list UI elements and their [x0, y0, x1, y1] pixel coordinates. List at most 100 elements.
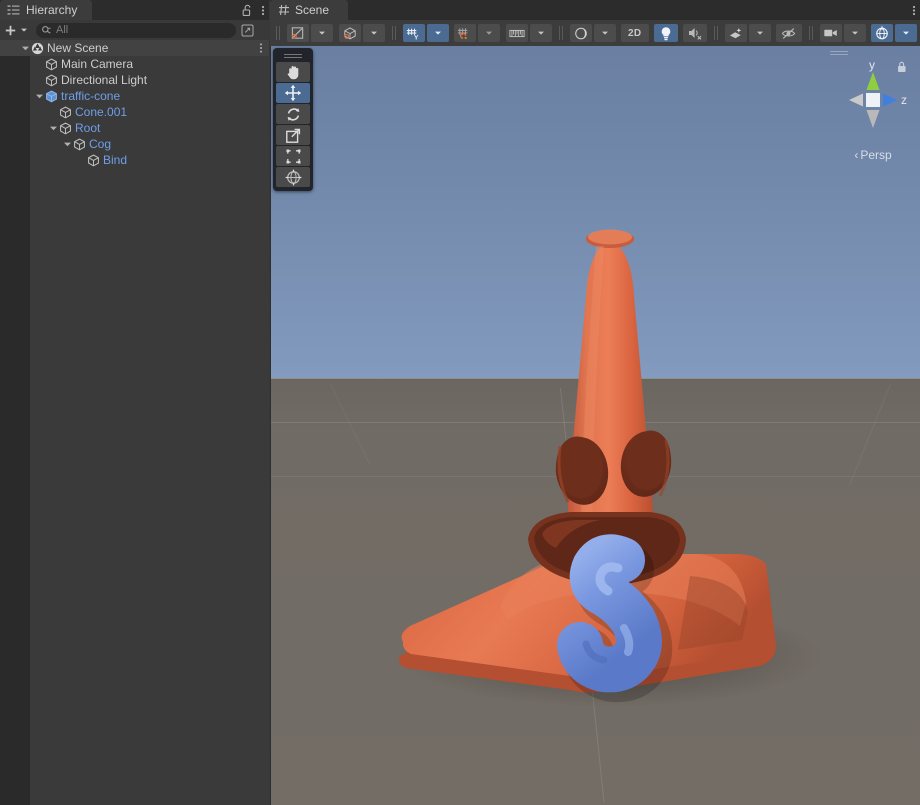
gizmos-dropdown[interactable]: [894, 24, 917, 42]
lock-open-icon[interactable]: [242, 4, 253, 17]
hierarchy-item-new-scene[interactable]: New Scene: [0, 40, 269, 56]
hand-tool[interactable]: [276, 62, 310, 82]
hierarchy-panel: Hierarchy All New Scene Main Camera Dire…: [0, 0, 269, 805]
scene-toolbar: Y 2D: [270, 20, 920, 46]
snap-increment-dropdown[interactable]: [478, 24, 501, 42]
effects-button[interactable]: [724, 24, 747, 42]
scene-grid-icon: [278, 4, 290, 16]
toolbar-divider-2: [391, 26, 396, 40]
prefab-cube-icon: [45, 90, 58, 103]
scale-tool[interactable]: [276, 125, 310, 145]
pivot-mode-button[interactable]: [287, 24, 309, 42]
toolbar-divider: [276, 26, 280, 40]
gizmo-axis-neg-x: [849, 93, 863, 107]
rect-tool[interactable]: [276, 146, 310, 166]
traffic-cone-model[interactable]: [270, 46, 920, 805]
gameobject-cube-icon: [45, 58, 58, 71]
hidden-objects-button[interactable]: [775, 24, 802, 42]
hierarchy-item-directional-light[interactable]: Directional Light: [0, 72, 269, 88]
scene-tabbar: Scene: [270, 0, 920, 20]
tab-scene[interactable]: Scene: [270, 0, 348, 20]
gizmo-axis-z: [883, 93, 897, 107]
gizmo-axis-y: [866, 72, 880, 90]
search-input[interactable]: All: [36, 22, 236, 38]
gizmo-projection-label[interactable]: ‹ Persp: [830, 148, 916, 162]
unity-editor-window: Hierarchy All New Scene Main Camera Dire…: [0, 0, 920, 805]
unity-scene-icon: [31, 42, 44, 55]
lock-icon: [898, 61, 906, 72]
hierarchy-tabbar-actions: [242, 0, 265, 20]
gameobject-cube-icon: [59, 106, 72, 119]
2d-toggle-label: 2D: [628, 27, 642, 39]
hierarchy-item-label: Cone.001: [75, 105, 128, 119]
hierarchy-item-label: New Scene: [47, 41, 109, 55]
hierarchy-item-cog[interactable]: Cog: [0, 136, 269, 152]
rotate-tool[interactable]: [276, 104, 310, 124]
tab-scene-label: Scene: [295, 3, 330, 17]
draw-mode-dropdown[interactable]: [593, 24, 616, 42]
pivot-mode-dropdown[interactable]: [311, 24, 333, 42]
hierarchy-tree: New Scene Main Camera Directional Light tra…: [0, 40, 269, 805]
effects-dropdown[interactable]: [748, 24, 771, 42]
transform-tool[interactable]: [276, 167, 310, 187]
hierarchy-rows: New Scene Main Camera Directional Light tra…: [0, 40, 269, 168]
expand-search-icon[interactable]: [241, 24, 254, 37]
gizmo-axis-z-label: z: [901, 93, 907, 107]
hierarchy-item-label: Bind: [103, 153, 128, 167]
lighting-toggle-button[interactable]: [653, 24, 678, 42]
hierarchy-item-label: Cog: [89, 137, 112, 151]
toolbar-divider-4: [713, 26, 718, 40]
scene-viewport[interactable]: z y ‹ Persp: [270, 46, 920, 805]
palette-drag-handle[interactable]: [273, 48, 313, 61]
scene-camera-dropdown[interactable]: [843, 24, 866, 42]
expand-triangle-icon[interactable]: [62, 136, 73, 152]
hierarchy-tabbar: Hierarchy: [0, 0, 269, 20]
plus-icon: [4, 24, 17, 37]
tab-hierarchy-label: Hierarchy: [26, 3, 78, 17]
hierarchy-item-root[interactable]: Root: [0, 120, 269, 136]
snap-increment-button[interactable]: [454, 24, 477, 42]
hierarchy-item-cone-001[interactable]: Cone.001: [0, 104, 269, 120]
kebab-menu-icon[interactable]: [259, 40, 263, 56]
search-icon: [41, 25, 52, 36]
scene-panel: Scene Y 2D z y ‹ Persp: [270, 0, 920, 805]
move-tool[interactable]: [276, 83, 310, 103]
hierarchy-item-label: Directional Light: [61, 73, 148, 87]
hierarchy-item-bind[interactable]: Bind: [0, 152, 269, 168]
kebab-menu-icon[interactable]: [261, 4, 265, 17]
expand-triangle-icon[interactable]: [34, 88, 45, 104]
hierarchy-item-label: traffic-cone: [61, 89, 121, 103]
add-gameobject-button[interactable]: [4, 24, 28, 37]
expand-triangle-icon[interactable]: [20, 40, 31, 56]
scene-view-gizmo[interactable]: z y ‹ Persp: [830, 48, 916, 164]
expand-placeholder: [34, 72, 45, 88]
hierarchy-list-icon: [7, 4, 20, 17]
chevron-left-icon: ‹: [854, 148, 859, 162]
grid-size-dropdown[interactable]: [529, 24, 552, 42]
scene-camera-button[interactable]: [819, 24, 842, 42]
gameobject-cube-icon: [59, 122, 72, 135]
kebab-menu-icon[interactable]: [912, 4, 916, 17]
audio-toggle-button[interactable]: [682, 24, 707, 42]
expand-triangle-icon[interactable]: [48, 120, 59, 136]
expand-placeholder: [34, 56, 45, 72]
hierarchy-item-traffic-cone[interactable]: traffic-cone: [0, 88, 269, 104]
toolbar-divider-5: [808, 26, 813, 40]
handle-space-dropdown[interactable]: [362, 24, 385, 42]
hierarchy-item-label: Main Camera: [61, 57, 134, 71]
handle-space-button[interactable]: [338, 24, 361, 42]
gameobject-cube-icon: [73, 138, 86, 151]
hierarchy-item-main-camera[interactable]: Main Camera: [0, 56, 269, 72]
grid-snap-dropdown[interactable]: [426, 24, 449, 42]
scene-tool-palette: [273, 48, 313, 191]
gizmos-toggle-button[interactable]: [870, 24, 893, 42]
tab-hierarchy[interactable]: Hierarchy: [0, 0, 92, 20]
gizmo-center-cube: [866, 93, 880, 107]
hierarchy-item-label: Root: [75, 121, 101, 135]
expand-placeholder: [76, 152, 87, 168]
2d-toggle-button[interactable]: 2D: [620, 24, 649, 42]
grid-size-button[interactable]: [505, 24, 528, 42]
draw-mode-button[interactable]: [569, 24, 592, 42]
gameobject-cube-icon: [87, 154, 100, 167]
grid-snap-button[interactable]: Y: [402, 24, 425, 42]
